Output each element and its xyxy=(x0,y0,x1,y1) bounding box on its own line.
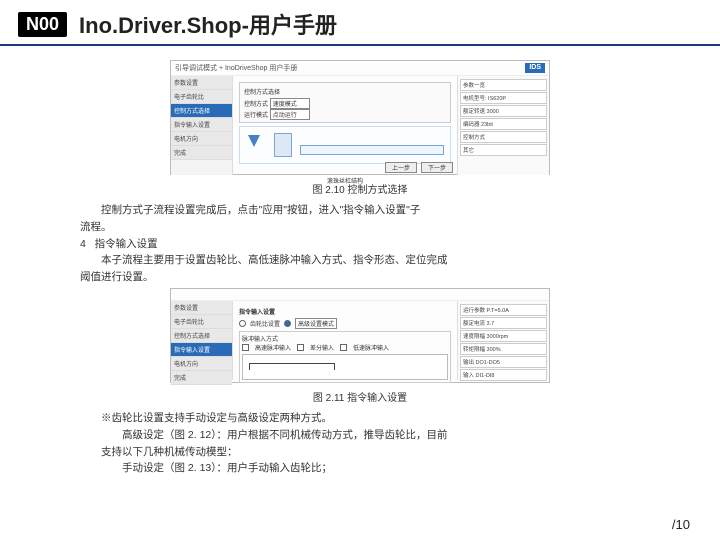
param-item: 运行参数 P.T=5.0A xyxy=(460,304,547,316)
body-line: 流程。 xyxy=(80,219,640,236)
figure-2-10: 引导调试模式 + InoDriveShop 用户手册 IDS 参数设置 电子齿轮… xyxy=(170,60,550,175)
next-button[interactable]: 下一步 xyxy=(421,162,453,173)
rail-icon xyxy=(300,145,444,155)
section-title: 指令输入设置 xyxy=(95,238,158,250)
control-mode-select[interactable]: 速度模式 xyxy=(270,98,310,109)
lo-pulse-checkbox[interactable] xyxy=(340,344,347,351)
param-summary-panel: 运行参数 P.T=5.0A 额定电流 3.7 速度限幅 3000rpm 转矩限幅… xyxy=(457,301,549,380)
run-mode-select[interactable]: 点动运行 xyxy=(270,109,310,120)
param-item: 额定电流 3.7 xyxy=(460,317,547,329)
hi-pulse-label: 高速脉冲输入 xyxy=(255,343,291,352)
motor-icon xyxy=(274,133,292,157)
gear-label: 齿轮比设置 xyxy=(250,319,280,328)
sidebar-step-1[interactable]: 参数设置 xyxy=(171,301,232,315)
body-line: 阈值进行设置。 xyxy=(80,269,640,286)
param-summary-panel: 参数一览 电机型号: IS620P 额定转速 3000 编码器 23bit 控制… xyxy=(457,76,549,175)
param-item: 输出 DO1-DO5 xyxy=(460,356,547,368)
panel-heading: 指令输入设置 xyxy=(239,307,451,316)
param-item: 编码器 23bit xyxy=(460,118,547,130)
param-item: 其它 xyxy=(460,144,547,156)
body-line: 高级设定（图 2. 12）：用户根据不同机械传动方式，推导齿轮比，目前 xyxy=(80,427,640,444)
body-line: ※齿轮比设置支持手动设定与高级设定两种方式。 xyxy=(80,410,640,427)
sidebar-step-2[interactable]: 电子齿轮比 xyxy=(171,315,232,329)
sidebar-step-1[interactable]: 参数设置 xyxy=(171,76,232,90)
gear-mode-select[interactable]: 高级设置模式 xyxy=(295,318,337,329)
pulse-title: 脉冲输入方式 xyxy=(242,334,448,343)
illustration-caption: 滚珠丝杠结构 xyxy=(327,176,363,185)
sidebar-step-3[interactable]: 控制方式选择 xyxy=(171,104,232,118)
mid-pulse-label: 差分输入 xyxy=(310,343,334,352)
run-mode-label: 运行模式 xyxy=(244,113,268,119)
param-item: 参数一览 xyxy=(460,79,547,91)
pulse-wave-icon xyxy=(249,363,441,373)
fig-top-title: 引导调试模式 + InoDriveShop 用户手册 xyxy=(175,63,297,73)
ids-badge: IDS xyxy=(525,63,545,73)
param-item: 电机型号: IS620P xyxy=(460,92,547,104)
sidebar-step-2[interactable]: 电子齿轮比 xyxy=(171,90,232,104)
pulse-input-panel: 脉冲输入方式 高速脉冲输入 差分输入 低速脉冲输入 xyxy=(239,331,451,383)
sidebar-step-5[interactable]: 电机方向 xyxy=(171,357,232,371)
pulse-waveform-box xyxy=(242,354,448,380)
sidebar-step-3[interactable]: 控制方式选择 xyxy=(171,329,232,343)
sidebar-step-4[interactable]: 指令输入设置 xyxy=(171,118,232,132)
body-line: 支持以下几种机械传动模型： xyxy=(80,444,640,461)
panel-heading: 控制方式选择 xyxy=(244,87,446,96)
hi-pulse-checkbox[interactable] xyxy=(242,344,249,351)
control-mode-panel: 控制方式选择 控制方式 速度模式 运行模式 点动运行 xyxy=(239,82,451,123)
sidebar-step-4[interactable]: 指令输入设置 xyxy=(171,343,232,357)
body-line: 控制方式子流程设置完成后，点击"应用"按钮，进入"指令输入设置"子 xyxy=(80,202,640,219)
mechanism-illustration xyxy=(239,126,451,164)
param-item: 额定转速 3000 xyxy=(460,105,547,117)
wizard-sidebar: 参数设置 电子齿轮比 控制方式选择 指令输入设置 电机方向 完成 xyxy=(171,76,233,175)
gear-mode-radio[interactable] xyxy=(284,320,291,327)
sidebar-step-5[interactable]: 电机方向 xyxy=(171,132,232,146)
page-number: /10 xyxy=(672,517,690,532)
param-item: 转矩限幅 300% xyxy=(460,343,547,355)
param-item: 输入 DI1-DI8 xyxy=(460,369,547,381)
brand-badge: N00 xyxy=(18,12,67,37)
mid-pulse-checkbox[interactable] xyxy=(297,344,304,351)
figure-2-11: 参数设置 电子齿轮比 控制方式选择 指令输入设置 电机方向 完成 指令输入设置 … xyxy=(170,288,550,383)
section-number: 4 xyxy=(80,238,86,250)
fig-top-title xyxy=(175,291,177,298)
param-item: 速度限幅 3000rpm xyxy=(460,330,547,342)
gear-mode-radio[interactable] xyxy=(239,320,246,327)
body-line: 手动设定（图 2. 13）：用户手动输入齿轮比； xyxy=(80,460,640,477)
prev-button[interactable]: 上一步 xyxy=(385,162,417,173)
sidebar-step-6[interactable]: 完成 xyxy=(171,146,232,160)
body-line: 本子流程主要用于设置齿轮比、高低速脉冲输入方式、指令形态、定位完成 xyxy=(80,252,640,269)
direction-arrow-icon xyxy=(248,135,260,147)
param-item: 控制方式 xyxy=(460,131,547,143)
page-title: Ino.Driver.Shop-用户手册 xyxy=(79,8,337,40)
control-mode-label: 控制方式 xyxy=(244,102,268,108)
figure-2-11-caption: 图 2.11 指令输入设置 xyxy=(80,389,640,404)
sidebar-step-6[interactable]: 完成 xyxy=(171,371,232,385)
wizard-sidebar: 参数设置 电子齿轮比 控制方式选择 指令输入设置 电机方向 完成 xyxy=(171,301,233,380)
lo-pulse-label: 低速脉冲输入 xyxy=(353,343,389,352)
